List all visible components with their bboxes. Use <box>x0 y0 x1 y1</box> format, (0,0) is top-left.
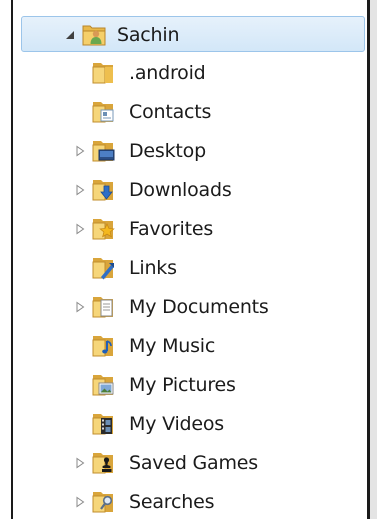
collapsed-arrow-icon[interactable] <box>74 457 86 469</box>
tree-item-android[interactable]: .android <box>13 55 367 91</box>
tree-item-label: My Videos <box>129 413 225 435</box>
contacts-folder-icon <box>92 102 114 123</box>
tree-item-saved-games[interactable]: Saved Games <box>13 445 367 481</box>
tree-item-label: Downloads <box>129 179 232 201</box>
links-folder-icon <box>92 258 114 280</box>
music-folder-icon <box>92 336 113 357</box>
expanded-arrow-icon[interactable] <box>64 29 76 41</box>
tree-item-desktop[interactable]: Desktop <box>13 133 367 169</box>
tree-item-my-videos[interactable]: My Videos <box>13 406 367 442</box>
user-folder-icon <box>82 25 106 46</box>
tree-item-label: Searches <box>129 491 215 513</box>
tree-item-my-documents[interactable]: My Documents <box>13 289 367 325</box>
collapsed-arrow-icon[interactable] <box>74 496 86 508</box>
pane-right-gutter <box>370 0 377 519</box>
videos-folder-icon <box>92 414 113 435</box>
searches-folder-icon <box>92 492 113 513</box>
tree-item-my-music[interactable]: My Music <box>13 328 367 364</box>
tree-item-label: Saved Games <box>129 452 259 474</box>
folder-tree: Sachin .android Contacts Desktop Downloa… <box>13 0 367 519</box>
favorites-folder-icon <box>92 219 115 240</box>
tree-item-my-pictures[interactable]: My Pictures <box>13 367 367 403</box>
tree-item-label: My Music <box>129 335 216 357</box>
saved-games-folder-icon <box>92 453 113 474</box>
explorer-navigation-pane: Sachin .android Contacts Desktop Downloa… <box>0 0 377 519</box>
documents-folder-icon <box>92 297 113 318</box>
tree-item-label: My Pictures <box>129 374 236 396</box>
tree-item-label: Sachin <box>117 24 180 46</box>
tree-item-label: Contacts <box>129 101 212 123</box>
collapsed-arrow-icon[interactable] <box>74 223 86 235</box>
tree-item-label: Links <box>129 257 177 279</box>
tree-item-label: Desktop <box>129 140 206 162</box>
tree-item-sachin[interactable]: Sachin <box>21 16 365 52</box>
tree-item-contacts[interactable]: Contacts <box>13 94 367 130</box>
tree-item-label: .android <box>129 62 206 84</box>
downloads-folder-icon <box>92 180 113 201</box>
tree-item-links[interactable]: Links <box>13 250 367 286</box>
folder-icon <box>92 63 113 84</box>
tree-item-searches[interactable]: Searches <box>13 484 367 520</box>
desktop-folder-icon <box>92 141 115 162</box>
collapsed-arrow-icon[interactable] <box>74 184 86 196</box>
pictures-folder-icon <box>92 375 114 396</box>
collapsed-arrow-icon[interactable] <box>74 145 86 157</box>
tree-item-favorites[interactable]: Favorites <box>13 211 367 247</box>
tree-item-downloads[interactable]: Downloads <box>13 172 367 208</box>
tree-item-label: Favorites <box>129 218 214 240</box>
collapsed-arrow-icon[interactable] <box>74 301 86 313</box>
tree-item-label: My Documents <box>129 296 269 318</box>
